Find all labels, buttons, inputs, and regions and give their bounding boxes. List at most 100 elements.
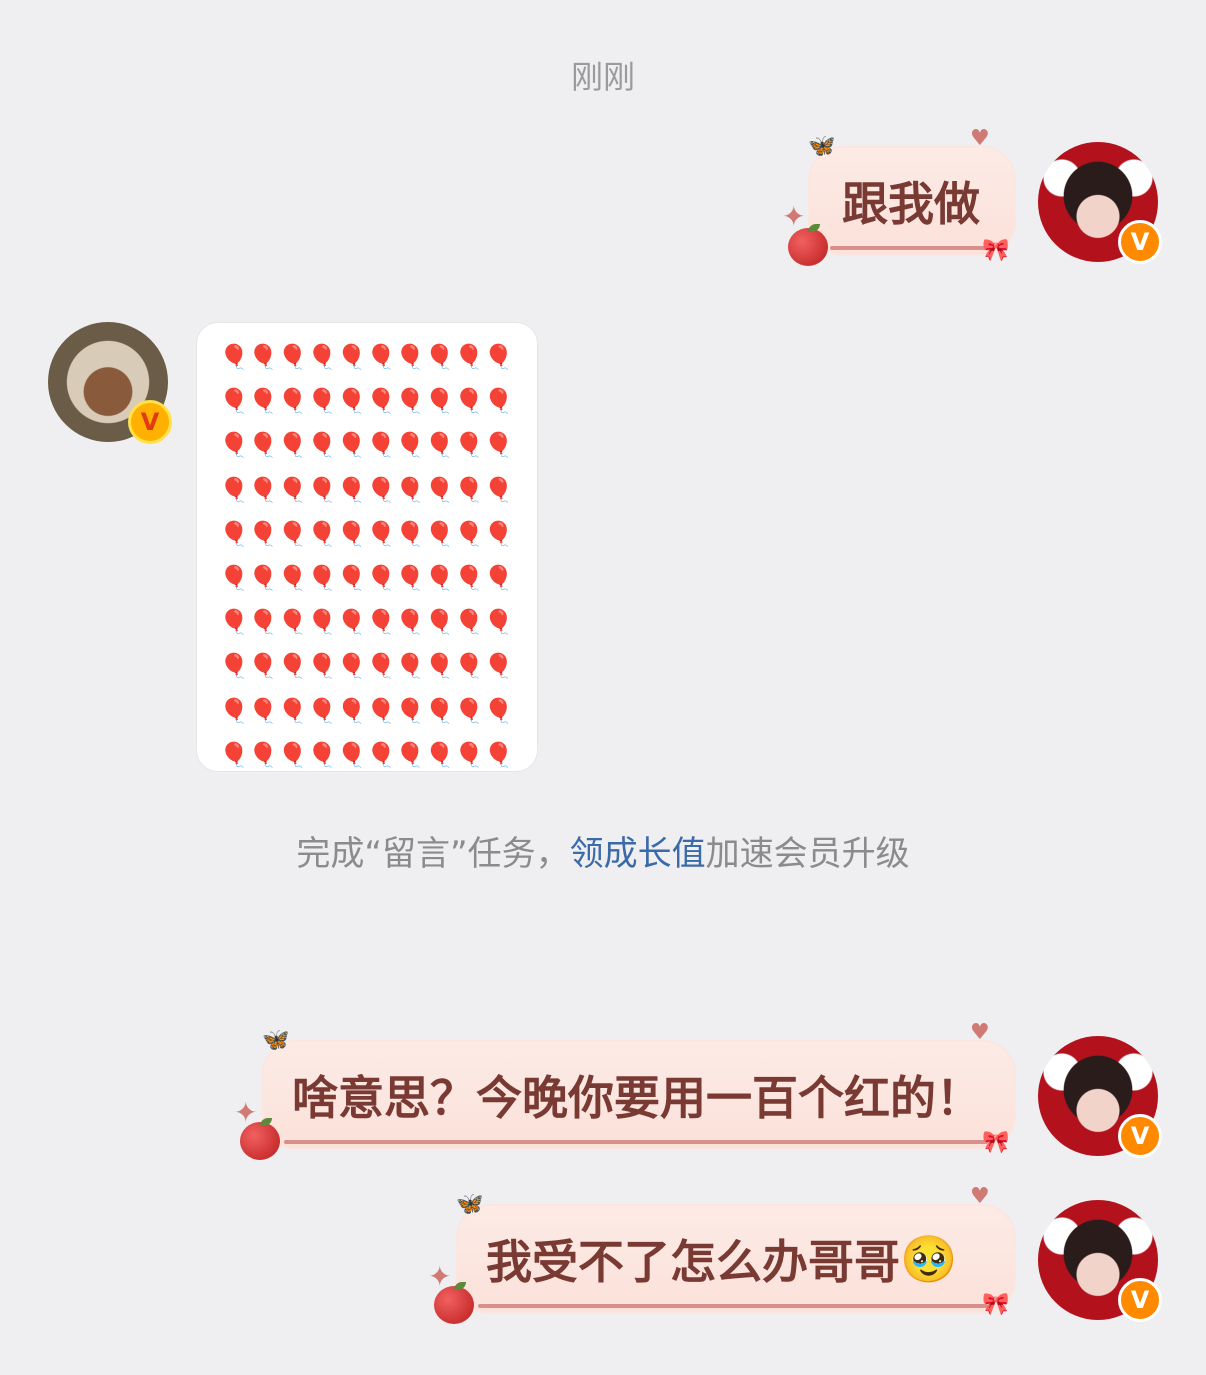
- balloon-icon: 🎈: [395, 740, 426, 769]
- balloon-icon: 🎈: [395, 608, 426, 637]
- balloon-icon: 🎈: [307, 475, 338, 504]
- balloon-icon: 🎈: [336, 519, 367, 548]
- vip-badge-icon: V: [1118, 1114, 1162, 1158]
- balloon-icon: 🎈: [307, 343, 338, 371]
- balloon-icon: 🎈: [454, 475, 485, 504]
- balloon-icon: 🎈: [395, 519, 426, 548]
- balloon-icon: 🎈: [336, 696, 367, 725]
- balloon-icon: 🎈: [454, 431, 485, 460]
- balloon-icon: 🎈: [483, 652, 514, 681]
- balloon-icon: 🎈: [365, 431, 396, 460]
- balloon-icon: 🎈: [219, 519, 249, 548]
- balloon-icon: 🎈: [248, 740, 279, 769]
- apple-icon: [788, 224, 828, 266]
- balloon-icon: 🎈: [277, 475, 308, 504]
- balloon-icon: 🎈: [365, 387, 396, 416]
- balloon-icon: 🎈: [277, 563, 308, 592]
- message-text-body: 我受不了怎么办哥哥: [486, 1235, 900, 1289]
- balloon-icon: 🎈: [395, 563, 426, 592]
- balloon-icon: 🎈: [248, 696, 279, 725]
- balloon-icon: 🎈: [307, 608, 338, 637]
- system-notice: 完成“留言”任务，领成长值加速会员升级: [0, 826, 1206, 875]
- balloon-icon: 🎈: [277, 387, 308, 416]
- balloon-icon: 🎈: [424, 431, 455, 460]
- balloon-icon: 🎈: [365, 563, 396, 592]
- my-avatar[interactable]: V: [1038, 142, 1162, 264]
- notice-prefix: 完成“留言”任务，: [296, 834, 570, 874]
- balloon-icon: 🎈: [307, 431, 338, 460]
- balloon-icon: 🎈: [219, 740, 249, 769]
- balloon-icon: 🎈: [248, 652, 279, 681]
- balloon-icon: 🎈: [307, 387, 338, 416]
- balloon-icon: 🎈: [395, 475, 426, 504]
- balloon-icon: 🎈: [483, 608, 514, 637]
- balloon-icon: 🎈: [365, 475, 396, 504]
- balloon-icon: 🎈: [424, 740, 455, 769]
- balloon-icon: 🎈: [424, 563, 455, 592]
- balloon-icon: 🎈: [483, 387, 514, 416]
- balloon-icon: 🎈: [483, 431, 514, 460]
- balloon-icon: 🎈: [336, 608, 367, 637]
- balloon-icon: 🎈: [454, 608, 485, 637]
- balloon-icon: 🎈: [454, 652, 485, 681]
- balloon-icon: 🎈: [395, 343, 426, 371]
- balloon-icon: 🎈: [365, 608, 396, 637]
- balloon-icon: 🎈: [336, 475, 367, 504]
- balloon-grid: 🎈 🎈 🎈 🎈 🎈 🎈 🎈 🎈 🎈 🎈 🎈 🎈 🎈 🎈 🎈 🎈 🎈 🎈 🎈 🎈 🎈 🎈 🎈 🎈 🎈 🎈 🎈 🎈 🎈 🎈 🎈 🎈 🎈 🎈 🎈 🎈 🎈 🎈 🎈 🎈…: [219, 335, 513, 777]
- balloon-icon: 🎈: [248, 343, 279, 371]
- balloon-icon: 🎈: [395, 431, 426, 460]
- balloon-icon: 🎈: [248, 431, 279, 460]
- balloon-icon: 🎈: [424, 519, 455, 548]
- balloon-icon: 🎈: [277, 608, 308, 637]
- balloon-icon: 🎈: [307, 652, 338, 681]
- balloon-icon: 🎈: [307, 696, 338, 725]
- sticker-message[interactable]: 🎈 🎈 🎈 🎈 🎈 🎈 🎈 🎈 🎈 🎈 🎈 🎈 🎈 🎈 🎈 🎈 🎈 🎈 🎈 🎈 🎈 🎈 🎈 🎈 🎈 🎈 🎈 🎈 🎈 🎈 🎈 🎈 🎈 🎈 🎈 🎈 🎈 🎈 🎈 🎈…: [196, 322, 538, 772]
- balloon-icon: 🎈: [454, 343, 485, 371]
- balloon-icon: 🎈: [365, 696, 396, 725]
- pleading-face-emoji-icon: 🥹: [900, 1231, 958, 1286]
- balloon-icon: 🎈: [424, 608, 455, 637]
- balloon-icon: 🎈: [277, 519, 308, 548]
- balloon-icon: 🎈: [336, 387, 367, 416]
- growth-value-link[interactable]: 领成长值: [570, 834, 706, 874]
- my-avatar[interactable]: V: [1038, 1036, 1162, 1158]
- balloon-icon: 🎈: [424, 343, 455, 371]
- balloon-icon: 🎈: [483, 740, 514, 769]
- vip-badge-icon: V: [1118, 220, 1162, 264]
- balloon-icon: 🎈: [336, 563, 367, 592]
- balloon-icon: 🎈: [336, 740, 367, 769]
- balloon-icon: 🎈: [307, 519, 338, 548]
- balloon-icon: 🎈: [219, 431, 249, 460]
- balloon-icon: 🎈: [248, 563, 279, 592]
- balloon-icon: 🎈: [483, 343, 514, 371]
- message-text: 啥意思？今晚你要用一百个红的！: [292, 1071, 982, 1125]
- contact-avatar[interactable]: V: [48, 322, 172, 444]
- balloon-icon: 🎈: [219, 608, 249, 637]
- balloon-icon: 🎈: [248, 519, 279, 548]
- balloon-icon: 🎈: [483, 519, 514, 548]
- balloon-icon: 🎈: [277, 343, 308, 371]
- balloon-icon: 🎈: [365, 519, 396, 548]
- balloon-icon: 🎈: [219, 696, 249, 725]
- balloon-icon: 🎈: [424, 475, 455, 504]
- message-text: 我受不了怎么办哥哥 🥹: [456, 1204, 1016, 1314]
- balloon-icon: 🎈: [307, 740, 338, 769]
- timestamp: 刚刚: [570, 58, 635, 96]
- butterfly-icon: 🦋: [456, 1192, 484, 1217]
- balloon-icon: 🎈: [277, 740, 308, 769]
- balloon-icon: 🎈: [454, 563, 485, 592]
- vip-badge-icon: V: [128, 400, 172, 444]
- butterfly-icon: 🦋: [262, 1028, 290, 1053]
- message-bubble[interactable]: 我受不了怎么办哥哥 🥹: [456, 1204, 1016, 1314]
- balloon-icon: 🎈: [454, 519, 485, 548]
- apple-icon: [434, 1282, 474, 1324]
- message-bubble[interactable]: 啥意思？今晚你要用一百个红的！: [262, 1040, 1016, 1150]
- my-avatar[interactable]: V: [1038, 1200, 1162, 1322]
- balloon-icon: 🎈: [219, 475, 249, 504]
- balloon-icon: 🎈: [365, 740, 396, 769]
- balloon-icon: 🎈: [248, 475, 279, 504]
- balloon-icon: 🎈: [219, 387, 249, 416]
- balloon-icon: 🎈: [454, 696, 485, 725]
- balloon-icon: 🎈: [277, 652, 308, 681]
- balloon-icon: 🎈: [483, 696, 514, 725]
